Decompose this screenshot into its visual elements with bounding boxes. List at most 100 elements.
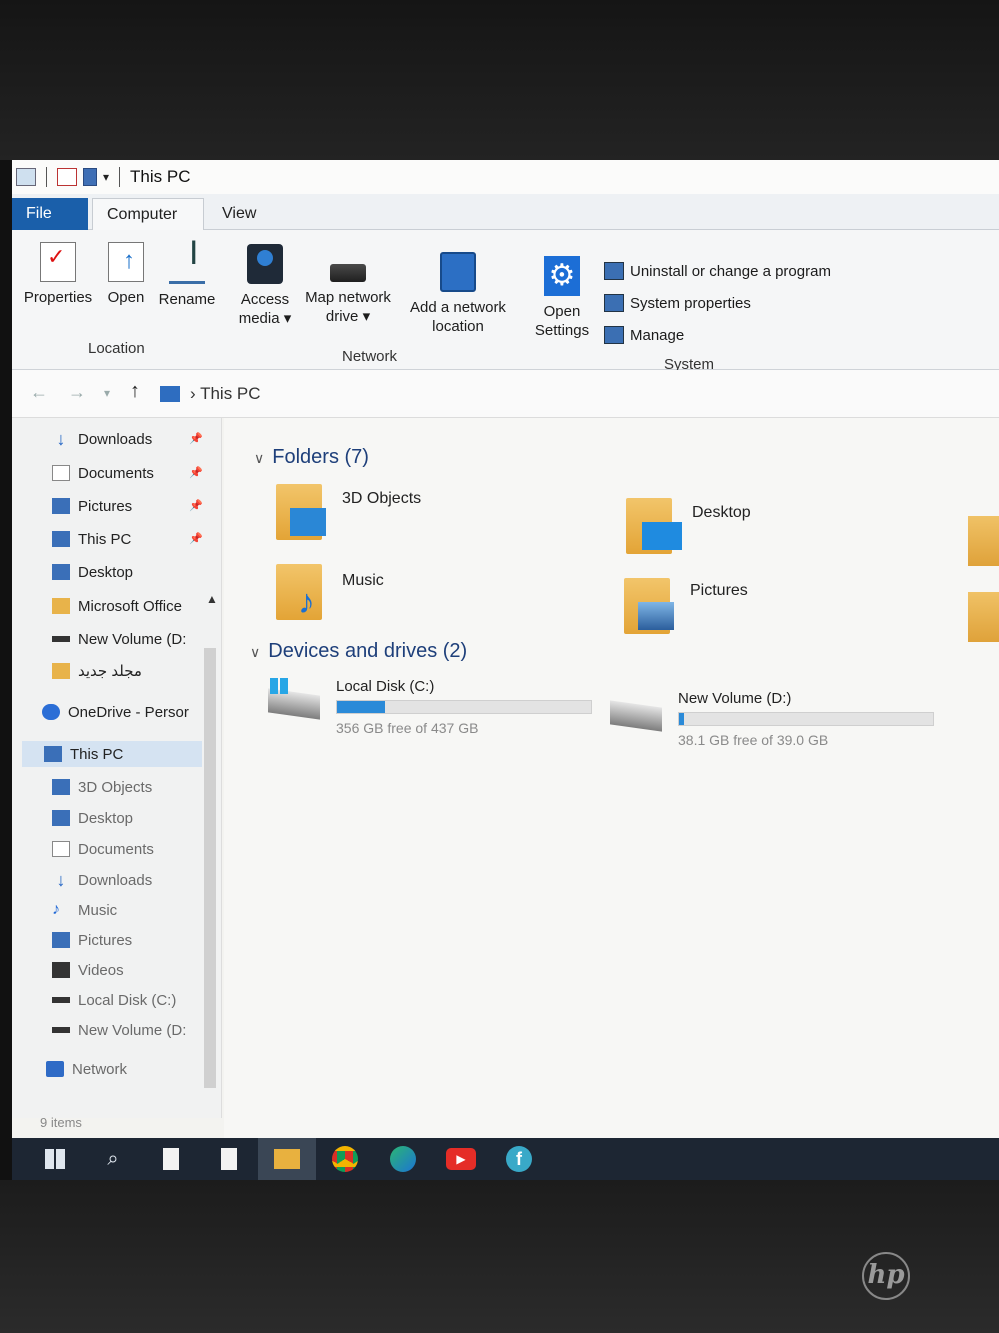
3d-objects-icon bbox=[290, 508, 326, 536]
open-button[interactable]: Open bbox=[102, 242, 150, 307]
drive-label: Local Disk (C:) bbox=[336, 678, 435, 695]
properties-icon[interactable] bbox=[57, 168, 77, 186]
scroll-up-arrow-icon[interactable]: ▲ bbox=[206, 592, 218, 606]
nav-item-onedrive[interactable]: OneDrive - Persor bbox=[42, 699, 202, 725]
nav-item-this-pc-quick[interactable]: This PC bbox=[52, 526, 212, 552]
navigation-pane: ↓ Downloads 📌 Documents 📌 Pictures 📌 This… bbox=[12, 418, 222, 1118]
nav-item-label: Documents bbox=[78, 464, 154, 482]
nav-item-downloads-pc[interactable]: ↓ Downloads bbox=[52, 867, 212, 893]
rename-button[interactable]: Rename bbox=[156, 244, 218, 309]
manage-command[interactable]: Manage bbox=[604, 326, 684, 344]
recent-locations-chevron-icon[interactable]: ▾ bbox=[104, 386, 110, 400]
new-folder-icon[interactable] bbox=[83, 168, 97, 186]
drive-new-volume-d[interactable]: New Volume (D:) 38.1 GB free of 39.0 GB bbox=[610, 690, 940, 760]
folders-section-header[interactable]: ∨ Folders (7) bbox=[254, 446, 369, 469]
nav-item-pictures[interactable]: Pictures bbox=[52, 493, 212, 519]
folder-icon bbox=[52, 598, 70, 614]
screen: ▾ This PC File Computer View Properties … bbox=[12, 160, 999, 1180]
forward-arrow-icon[interactable]: → bbox=[68, 382, 86, 403]
nav-item-documents[interactable]: Documents bbox=[52, 460, 212, 486]
drive-local-disk-c[interactable]: Local Disk (C:) 356 GB free of 437 GB bbox=[268, 678, 598, 748]
drives-header-text: Devices and drives (2) bbox=[268, 640, 468, 662]
taskbar-app-facebook[interactable]: f bbox=[490, 1138, 548, 1180]
nav-item-network[interactable]: Network bbox=[46, 1056, 206, 1082]
taskbar-app-edge[interactable] bbox=[374, 1138, 432, 1180]
up-arrow-icon[interactable]: ↑ bbox=[130, 380, 140, 403]
pin-icon[interactable]: 📌 bbox=[189, 532, 203, 545]
pin-icon[interactable]: 📌 bbox=[189, 499, 203, 512]
tab-file[interactable]: File bbox=[12, 198, 88, 230]
uninstall-program-command[interactable]: Uninstall or change a program bbox=[604, 262, 831, 280]
back-arrow-icon[interactable]: ← bbox=[30, 382, 48, 403]
taskbar-app-notes[interactable] bbox=[142, 1138, 200, 1180]
nav-pane-scrollbar[interactable] bbox=[204, 648, 216, 1088]
open-settings-label: Open Settings bbox=[534, 303, 590, 339]
pictures-icon bbox=[52, 932, 70, 948]
folder-3d-objects[interactable]: 3D Objects bbox=[276, 484, 576, 544]
folder-desktop[interactable]: Desktop bbox=[626, 498, 926, 558]
folder-icon bbox=[52, 663, 70, 679]
partial-folder-icon[interactable] bbox=[968, 516, 999, 566]
nav-item-videos[interactable]: Videos bbox=[52, 957, 212, 983]
open-settings-button[interactable]: ⚙ Open Settings bbox=[530, 256, 594, 340]
folder-pictures[interactable]: Pictures bbox=[624, 578, 924, 638]
partial-folder-icon[interactable] bbox=[968, 592, 999, 642]
nav-item-desktop[interactable]: Desktop bbox=[52, 805, 212, 831]
open-icon bbox=[108, 242, 144, 282]
separator bbox=[46, 167, 47, 187]
taskbar-app-file-explorer[interactable] bbox=[258, 1138, 316, 1180]
nav-item-music[interactable]: ♪ Music bbox=[52, 897, 212, 923]
system-properties-command[interactable]: System properties bbox=[604, 294, 751, 312]
desktop-icon bbox=[52, 810, 70, 826]
drive-label: New Volume (D:) bbox=[678, 690, 792, 707]
nav-item-3d-objects[interactable]: 3D Objects bbox=[52, 774, 212, 800]
nav-item-pictures-pc[interactable]: Pictures bbox=[52, 927, 212, 953]
nav-item-new-folder-arabic[interactable]: مجلد جديد bbox=[52, 658, 212, 684]
taskbar-app-chrome[interactable] bbox=[316, 1138, 374, 1180]
folder-music[interactable]: ♪ Music bbox=[276, 564, 576, 624]
access-media-label: Access media ▾ bbox=[238, 291, 292, 327]
separator bbox=[119, 167, 121, 187]
properties-button[interactable]: Properties bbox=[20, 242, 96, 307]
nav-item-this-pc[interactable]: This PC bbox=[22, 741, 202, 767]
drive-icon bbox=[52, 997, 70, 1003]
access-media-button[interactable]: Access media ▾ bbox=[234, 244, 296, 328]
tab-computer[interactable]: Computer bbox=[92, 198, 204, 230]
taskbar-app-youtube[interactable]: ▶ bbox=[432, 1138, 490, 1180]
nav-item-microsoft-office[interactable]: Microsoft Office bbox=[52, 593, 212, 619]
manage-icon bbox=[604, 326, 624, 344]
nav-item-label: Pictures bbox=[78, 497, 133, 515]
drive-free-space: 356 GB free of 437 GB bbox=[336, 720, 479, 736]
map-network-drive-button[interactable]: Map network drive ▾ bbox=[300, 248, 396, 326]
pin-icon[interactable]: 📌 bbox=[189, 466, 203, 479]
nav-item-documents-pc[interactable]: Documents bbox=[52, 836, 212, 862]
nav-item-label: Microsoft Office bbox=[78, 597, 182, 615]
properties-label: Properties bbox=[23, 289, 93, 306]
nav-item-local-disk[interactable]: Local Disk (C:) bbox=[52, 987, 212, 1013]
computer-icon bbox=[44, 746, 62, 762]
address-path[interactable]: › This PC bbox=[190, 384, 261, 404]
chevron-down-icon[interactable]: ▾ bbox=[103, 170, 109, 184]
system-properties-label: System properties bbox=[630, 294, 751, 312]
pin-icon[interactable]: 📌 bbox=[189, 432, 203, 445]
nav-item-label: OneDrive - Persor bbox=[68, 703, 189, 721]
nav-item-downloads[interactable]: ↓ Downloads bbox=[52, 426, 212, 452]
nav-item-new-volume[interactable]: New Volume (D: bbox=[52, 1017, 212, 1043]
drive-icon bbox=[52, 1027, 70, 1033]
start-button[interactable] bbox=[26, 1138, 84, 1180]
taskbar-app-document[interactable] bbox=[200, 1138, 258, 1180]
videos-icon bbox=[52, 962, 70, 978]
nav-item-new-volume-quick[interactable]: New Volume (D: bbox=[52, 626, 212, 652]
tab-view[interactable]: View bbox=[208, 198, 278, 230]
add-network-location-button[interactable]: Add a network location bbox=[402, 252, 514, 336]
ribbon-tabs: File Computer View bbox=[12, 194, 999, 230]
drives-section-header[interactable]: ∨ Devices and drives (2) bbox=[250, 640, 467, 663]
nav-item-label: Local Disk (C:) bbox=[78, 991, 177, 1009]
rename-icon bbox=[169, 244, 205, 284]
computer-icon[interactable] bbox=[16, 168, 36, 186]
search-button[interactable]: ⌕ bbox=[84, 1138, 142, 1180]
nav-item-desktop-quick[interactable]: Desktop bbox=[52, 559, 212, 585]
uninstall-label: Uninstall or change a program bbox=[630, 262, 831, 280]
drive-usage-bar bbox=[336, 700, 592, 714]
drive-usage-fill bbox=[679, 713, 685, 725]
